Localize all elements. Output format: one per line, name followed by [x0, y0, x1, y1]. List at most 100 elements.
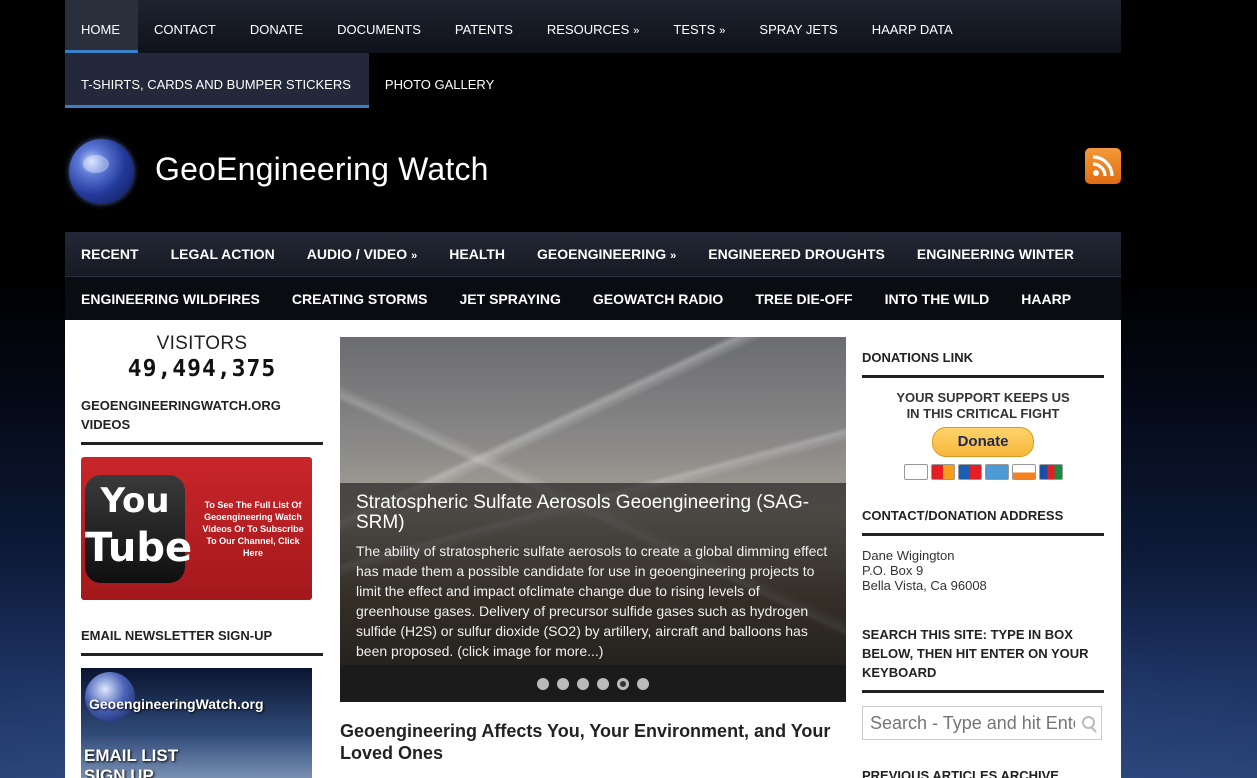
content-area: VISITORS 49,494,375 GEOENGINEERINGWATCH.… — [65, 320, 1121, 778]
main-nav-item-tree-die-off[interactable]: TREE DIE-OFF — [739, 277, 868, 321]
top-nav-row-1: HOME CONTACT DONATE DOCUMENTS PATENTS RE… — [65, 0, 1121, 53]
top-nav-label: PHOTO GALLERY — [384, 77, 495, 92]
search-icon[interactable] — [1082, 716, 1095, 729]
newsletter-image-line: EMAIL LIST — [84, 746, 179, 765]
main-nav-label: JET SPRAYING — [459, 291, 561, 307]
main-nav-row-2: ENGINEERING WILDFIRES CREATING STORMS JE… — [65, 277, 1121, 321]
main-nav-label: CREATING STORMS — [291, 291, 428, 307]
top-nav-item-documents[interactable]: DOCUMENTS — [321, 0, 439, 53]
search-box — [862, 706, 1102, 740]
top-nav-item-donate[interactable]: DONATE — [234, 0, 321, 53]
slider-dot[interactable] — [557, 677, 569, 690]
top-nav-label: RESOURCES — [546, 22, 630, 37]
newsletter-image-line: SIGN UP — [84, 766, 154, 778]
top-nav-item-patents[interactable]: PATENTS — [439, 0, 531, 53]
top-nav-item-tests[interactable]: TESTS» — [657, 0, 743, 53]
support-line: IN THIS CRITICAL FIGHT — [906, 406, 1060, 421]
submenu-arrow-icon: » — [670, 250, 677, 262]
top-nav-label: SPRAY JETS — [759, 22, 838, 37]
maestro-icon — [957, 464, 982, 480]
address-line: P.O. Box 9 — [862, 563, 924, 578]
main-nav-item-engineering-winter[interactable]: ENGINEERING WINTER — [901, 232, 1090, 276]
top-nav-item-spray-jets[interactable]: SPRAY JETS — [743, 0, 855, 53]
top-nav-item-haarp-data[interactable]: HAARP DATA — [856, 0, 971, 53]
top-nav-label: HOME — [81, 22, 120, 37]
slider-caption: Stratospheric Sulfate Aerosols Geoengine… — [340, 483, 846, 665]
slider-title[interactable]: Stratospheric Sulfate Aerosols Geoengine… — [356, 493, 830, 533]
youtube-icon: You Tube — [85, 475, 193, 583]
submenu-arrow-icon: » — [633, 25, 640, 37]
youtube-banner-text: To See The Full List Of Geoengineering W… — [202, 500, 304, 558]
search-widget-title: SEARCH THIS SITE: TYPE IN BOX BELOW, THE… — [862, 625, 1104, 693]
main-nav-label: ENGINEERED DROUGHTS — [708, 246, 885, 262]
top-nav-item-home[interactable]: HOME — [65, 0, 138, 53]
amex-icon — [984, 464, 1009, 480]
newsletter-image-signup: EMAIL LIST SIGN UP — [84, 746, 178, 778]
newsletter-signup-image[interactable]: GeoengineeringWatch.org EMAIL LIST SIGN … — [81, 668, 312, 778]
featured-slider[interactable]: Stratospheric Sulfate Aerosols Geoengine… — [340, 337, 846, 702]
main-nav-item-creating-storms[interactable]: CREATING STORMS — [276, 277, 444, 321]
globe-icon[interactable] — [69, 139, 134, 204]
discover-icon — [1011, 464, 1036, 480]
youtube-banner[interactable]: You Tube To See The Full List Of Geoengi… — [81, 457, 312, 600]
top-navigation: HOME CONTACT DONATE DOCUMENTS PATENTS RE… — [65, 0, 1121, 108]
slider-dot[interactable] — [637, 677, 649, 690]
rss-icon[interactable] — [1085, 148, 1121, 184]
slider-dot[interactable] — [617, 677, 629, 690]
left-sidebar: VISITORS 49,494,375 GEOENGINEERINGWATCH.… — [81, 320, 323, 778]
slider-text: The ability of stratospheric sulfate aer… — [356, 543, 828, 659]
main-nav-item-into-the-wild[interactable]: INTO THE WILD — [869, 277, 1006, 321]
main-nav-label: TREE DIE-OFF — [755, 291, 853, 307]
donate-button[interactable]: Donate — [932, 427, 1034, 457]
slider-dot[interactable] — [577, 677, 589, 690]
main-nav-item-engineering-wildfires[interactable]: ENGINEERING WILDFIRES — [65, 277, 276, 321]
main-nav-item-haarp[interactable]: HAARP — [1005, 277, 1087, 321]
site-header: GeoEngineering Watch — [65, 108, 1121, 232]
main-nav-item-jet-spraying[interactable]: JET SPRAYING — [444, 277, 577, 321]
main-nav-label: GEOWATCH RADIO — [592, 291, 724, 307]
top-nav-label: DONATE — [249, 22, 304, 37]
main-column: Stratospheric Sulfate Aerosols Geoengine… — [340, 337, 846, 764]
top-nav-item-contact[interactable]: CONTACT — [138, 0, 234, 53]
top-nav-label: T-SHIRTS, CARDS AND BUMPER STICKERS — [81, 77, 351, 92]
payment-card-icons — [862, 464, 1104, 480]
top-nav-item-resources[interactable]: RESOURCES» — [531, 0, 657, 53]
youtube-tube-text: Tube — [85, 525, 193, 571]
address-line: Bella Vista, Ca 96008 — [862, 578, 987, 593]
main-nav-item-geowatch-radio[interactable]: GEOWATCH RADIO — [577, 277, 739, 321]
main-nav-label: INTO THE WILD — [884, 291, 990, 307]
main-navigation: RECENT LEGAL ACTION AUDIO / VIDEO» HEALT… — [65, 232, 1121, 320]
main-nav-label: HAARP — [1021, 291, 1072, 307]
contact-address: Dane Wigington P.O. Box 9 Bella Vista, C… — [862, 548, 1104, 593]
main-nav-label: LEGAL ACTION — [170, 246, 275, 262]
top-nav-label: CONTACT — [154, 22, 216, 37]
post-title[interactable]: Geoengineering Affects You, Your Environ… — [340, 720, 846, 764]
newsletter-widget-title: EMAIL NEWSLETTER SIGN-UP — [81, 626, 323, 656]
support-line: YOUR SUPPORT KEEPS US — [896, 390, 1070, 405]
slider-dot[interactable] — [597, 677, 609, 690]
site-title[interactable]: GeoEngineering Watch — [155, 151, 489, 188]
top-nav-item-tshirts[interactable]: T-SHIRTS, CARDS AND BUMPER STICKERS — [65, 53, 369, 108]
videos-widget-title: GEOENGINEERINGWATCH.ORG VIDEOS — [81, 396, 323, 445]
visitors-count: 49,494,375 — [127, 356, 277, 382]
main-nav-label: GEOENGINEERING — [537, 246, 667, 262]
submenu-arrow-icon: » — [411, 250, 418, 262]
main-nav-label: HEALTH — [449, 246, 506, 262]
slider-pagination — [340, 665, 846, 702]
main-nav-item-audio-video[interactable]: AUDIO / VIDEO» — [291, 232, 433, 276]
jcb-icon — [1038, 464, 1063, 480]
top-nav-item-photo-gallery[interactable]: PHOTO GALLERY — [369, 53, 512, 108]
top-nav-row-2: T-SHIRTS, CARDS AND BUMPER STICKERS PHOT… — [65, 53, 1121, 108]
search-input[interactable] — [863, 707, 1075, 739]
visitors-label: VISITORS — [156, 333, 248, 354]
main-nav-item-legal-action[interactable]: LEGAL ACTION — [155, 232, 291, 276]
main-nav-item-engineered-droughts[interactable]: ENGINEERED DROUGHTS — [692, 232, 901, 276]
rss-glyph — [1092, 155, 1114, 177]
main-nav-item-health[interactable]: HEALTH — [433, 232, 521, 276]
youtube-you-text: You — [100, 481, 170, 521]
slider-dot[interactable] — [537, 677, 549, 690]
main-nav-label: ENGINEERING WILDFIRES — [81, 291, 260, 307]
archive-widget-title: PREVIOUS ARTICLES ARCHIVE — [862, 766, 1104, 778]
main-nav-item-geoengineering[interactable]: GEOENGINEERING» — [521, 232, 692, 276]
main-nav-item-recent[interactable]: RECENT — [65, 232, 155, 276]
